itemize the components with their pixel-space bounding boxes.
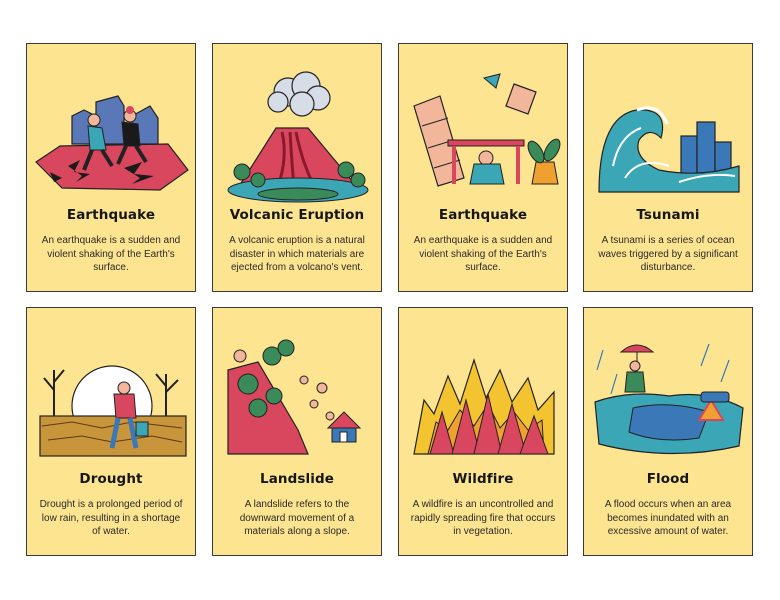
card-title: Drought	[79, 471, 143, 487]
card-description: An earthquake is a sudden and violent sh…	[413, 235, 553, 273]
card-earthquake-shelter: Earthquake An earthquake is a sudden and…	[398, 43, 568, 292]
landslide-icon	[227, 339, 362, 455]
card-tsunami: Tsunami A tsunami is a series of ocean w…	[583, 43, 753, 292]
card-description: A wildfire is an uncontrolled and rapidl…	[410, 499, 556, 537]
card-flood: Flood A flood occurs when an area become…	[583, 307, 753, 556]
card-drought: Drought Drought is a prolonged period of…	[26, 307, 196, 556]
card-description: Drought is a prolonged period of low rai…	[39, 499, 183, 537]
card-volcanic-eruption: Volcanic Eruption A volcanic eruption is…	[212, 43, 382, 292]
card-title: Landslide	[260, 471, 334, 487]
volcano-icon	[227, 71, 369, 203]
drought-icon	[39, 365, 187, 457]
card-description: A flood occurs when an area becomes inun…	[604, 499, 732, 537]
card-title: Volcanic Eruption	[229, 207, 365, 223]
card-title: Wildfire	[452, 471, 514, 487]
card-wildfire: Wildfire A wildfire is an uncontrolled a…	[398, 307, 568, 556]
card-description: A volcanic eruption is a natural disaste…	[229, 235, 365, 273]
card-title: Flood	[646, 471, 690, 487]
flood-icon	[594, 343, 744, 455]
card-landslide: Landslide A landslide refers to the down…	[212, 307, 382, 556]
tsunami-icon	[598, 106, 740, 193]
earthquake-icon	[35, 95, 189, 191]
earthquake-shelter-icon	[413, 73, 561, 187]
card-description: A tsunami is a series of ocean waves tri…	[598, 235, 738, 273]
card-title: Earthquake	[438, 207, 528, 223]
card-earthquake: Earthquake An earthquake is a sudden and…	[26, 43, 196, 292]
wildfire-icon	[413, 358, 555, 455]
card-description: A landslide refers to the downward movem…	[239, 499, 355, 537]
card-description: An earthquake is a sudden and violent sh…	[41, 235, 181, 273]
card-title: Tsunami	[636, 207, 700, 223]
card-title: Earthquake	[66, 207, 156, 223]
